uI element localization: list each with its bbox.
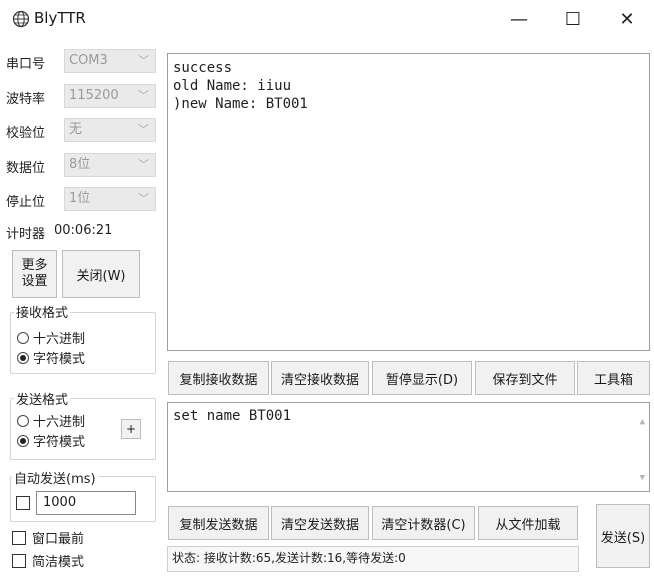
maximize-button[interactable]: ☐ — [550, 2, 596, 36]
parity-select[interactable]: 无 ﹀ — [64, 118, 156, 142]
databits-label: 数据位 — [6, 161, 46, 176]
port-value: COM3 — [69, 53, 108, 68]
send-hex-label: 十六进制 — [33, 415, 86, 430]
minimize-icon: — — [510, 8, 528, 30]
maximize-icon: ☐ — [564, 8, 582, 30]
baud-label: 波特率 — [6, 92, 46, 107]
auto-send-checkbox[interactable] — [16, 496, 30, 510]
clear-counter-label: 清空计数器(C) — [381, 517, 466, 533]
load-file-label: 从文件加载 — [495, 517, 561, 533]
chevron-down-icon: ﹀ — [138, 158, 149, 171]
receive-line: success — [173, 60, 233, 76]
scroll-up-icon[interactable]: ▲ — [640, 417, 645, 427]
stopbits-label: 停止位 — [6, 195, 46, 210]
minimize-button[interactable]: — — [496, 2, 542, 36]
close-icon: ✕ — [619, 8, 635, 30]
stopbits-select[interactable]: 1位 ﹀ — [64, 187, 156, 211]
auto-send-interval-value: 1000 — [43, 495, 77, 510]
window-top-checkbox[interactable] — [12, 531, 26, 545]
receive-format-title: 接收格式 — [14, 302, 71, 321]
more-settings-label: 更多设置 — [21, 258, 48, 289]
databits-value: 8位 — [69, 157, 91, 172]
close-window-button[interactable]: ✕ — [604, 2, 650, 36]
receive-hex-label: 十六进制 — [33, 332, 86, 347]
receive-line: old Name: iiuu — [173, 78, 292, 94]
save-file-button[interactable]: 保存到文件 — [475, 361, 575, 395]
send-hex-radio[interactable] — [17, 415, 29, 427]
send-text-radio[interactable] — [17, 435, 29, 447]
chevron-down-icon: ﹀ — [138, 192, 149, 205]
window-title: BlyTTR — [34, 9, 86, 27]
chevron-down-icon: ﹀ — [138, 54, 149, 67]
send-format-title: 发送格式 — [14, 389, 71, 408]
copy-send-button[interactable]: 复制发送数据 — [168, 506, 269, 540]
send-button[interactable]: 发送(S) — [596, 504, 650, 568]
auto-send-label: 自动发送(ms) — [12, 468, 98, 487]
title-bar: BlyTTR — ☐ ✕ — [0, 0, 654, 38]
timer-label: 计时器 — [6, 227, 46, 242]
toolbox-label: 工具箱 — [593, 372, 633, 388]
baud-value: 115200 — [69, 88, 119, 103]
databits-select[interactable]: 8位 ﹀ — [64, 153, 156, 177]
plus-button[interactable]: + — [121, 419, 141, 439]
pause-display-label: 暂停显示(D) — [385, 372, 459, 388]
pause-display-button[interactable]: 暂停显示(D) — [372, 361, 472, 395]
timer-value: 00:06:21 — [54, 223, 113, 238]
scroll-down-icon[interactable]: ▼ — [640, 473, 645, 483]
auto-send-interval-input[interactable]: 1000 — [36, 491, 136, 515]
save-file-label: 保存到文件 — [492, 372, 558, 388]
send-text-label: 字符模式 — [33, 435, 86, 450]
port-select[interactable]: COM3 ﹀ — [64, 49, 156, 73]
parity-label: 校验位 — [6, 126, 46, 141]
receive-textarea[interactable]: success old Name: iiuu )new Name: BT001 — [167, 53, 650, 351]
clear-send-button[interactable]: 清空发送数据 — [271, 506, 369, 540]
stopbits-value: 1位 — [69, 191, 91, 206]
status-bar: 状态: 接收计数:65,发送计数:16,等待发送:0 — [167, 546, 579, 572]
receive-text-radio[interactable] — [17, 352, 29, 364]
copy-receive-button[interactable]: 复制接收数据 — [168, 361, 269, 395]
more-settings-button[interactable]: 更多设置 — [12, 250, 57, 298]
baud-select[interactable]: 115200 ﹀ — [64, 84, 156, 108]
plus-icon: + — [125, 422, 137, 436]
close-port-button[interactable]: 关闭(W) — [62, 250, 140, 298]
simple-mode-checkbox[interactable] — [12, 554, 26, 568]
receive-line: )new Name: BT001 — [173, 96, 308, 112]
load-file-button[interactable]: 从文件加载 — [478, 506, 578, 540]
chevron-down-icon: ﹀ — [138, 89, 149, 102]
chevron-down-icon: ﹀ — [138, 123, 149, 136]
port-label: 串口号 — [6, 57, 46, 72]
globe-icon — [12, 10, 30, 28]
clear-send-label: 清空发送数据 — [280, 517, 359, 533]
receive-text-label: 字符模式 — [33, 352, 86, 367]
parity-value: 无 — [69, 122, 83, 137]
clear-counter-button[interactable]: 清空计数器(C) — [372, 506, 475, 540]
toolbox-button[interactable]: 工具箱 — [577, 361, 650, 395]
receive-hex-radio[interactable] — [17, 332, 29, 344]
send-label: 发送(S) — [600, 530, 646, 546]
status-text: 状态: 接收计数:65,发送计数:16,等待发送:0 — [172, 551, 406, 565]
simple-mode-label: 简洁模式 — [32, 555, 85, 570]
window-top-label: 窗口最前 — [32, 532, 85, 547]
copy-receive-label: 复制接收数据 — [179, 372, 258, 388]
clear-receive-label: 清空接收数据 — [280, 372, 359, 388]
send-textarea[interactable]: set name BT001 ▲ ▼ — [167, 402, 650, 492]
clear-receive-button[interactable]: 清空接收数据 — [271, 361, 369, 395]
send-text: set name BT001 — [173, 408, 292, 424]
copy-send-label: 复制发送数据 — [179, 517, 258, 533]
close-port-label: 关闭(W) — [76, 268, 126, 284]
